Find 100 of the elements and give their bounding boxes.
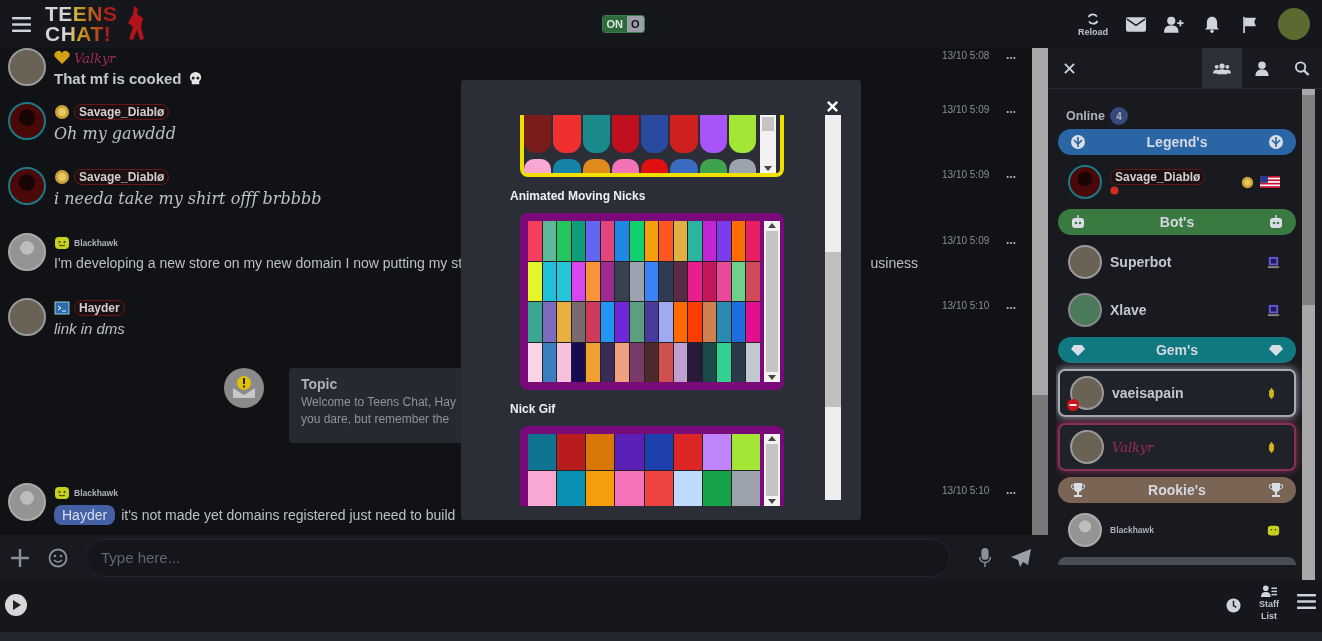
rank-group-header[interactable]: Gem's: [1058, 337, 1296, 363]
play-icon[interactable]: [5, 594, 27, 616]
nick-color-swatch[interactable]: [644, 221, 659, 261]
nick-color-swatch[interactable]: [629, 261, 644, 301]
nick-color-swatch[interactable]: [615, 434, 644, 470]
nick-color-swatch[interactable]: [644, 302, 659, 342]
clock-icon[interactable]: [1226, 598, 1241, 613]
nick-color-swatch[interactable]: [673, 342, 688, 382]
user-card[interactable]: vaeisapain: [1058, 369, 1296, 417]
nick-color-swatch[interactable]: [670, 115, 698, 153]
plus-icon[interactable]: [10, 547, 30, 568]
nick-color-swatch[interactable]: [528, 261, 542, 301]
avatar[interactable]: [8, 483, 46, 522]
avatar[interactable]: [8, 48, 46, 86]
nick-color-swatch[interactable]: [586, 470, 615, 506]
nick-color-swatch[interactable]: [673, 302, 688, 342]
nick-color-swatch[interactable]: [702, 470, 731, 506]
staff-list-button[interactable]: Staff List: [1255, 585, 1283, 622]
nick-color-swatch[interactable]: [524, 115, 552, 153]
nick-color-swatch[interactable]: [611, 159, 639, 173]
nick-color-swatch[interactable]: [644, 261, 659, 301]
nick-color-swatch[interactable]: [673, 434, 702, 470]
nick-color-swatch[interactable]: [702, 342, 717, 382]
username[interactable]: Blackhawk: [74, 488, 118, 499]
nick-color-swatch[interactable]: [553, 115, 581, 153]
scrollbar[interactable]: [764, 434, 780, 506]
nick-color-swatch[interactable]: [629, 342, 644, 382]
nick-color-swatch[interactable]: [731, 302, 746, 342]
nick-color-swatch[interactable]: [524, 159, 552, 173]
scroll-up-arrow-icon[interactable]: [768, 223, 776, 228]
nick-color-swatch[interactable]: [586, 342, 600, 382]
nick-color-swatch[interactable]: [702, 221, 717, 261]
microphone-icon[interactable]: [978, 547, 992, 568]
bell-icon[interactable]: [1202, 15, 1222, 33]
scrollbar[interactable]: [825, 115, 841, 500]
nick-color-swatch[interactable]: [731, 342, 746, 382]
username[interactable]: Blackhawk: [74, 237, 118, 248]
nick-color-swatch[interactable]: [557, 221, 571, 261]
nick-color-swatch[interactable]: [731, 221, 746, 261]
username[interactable]: Hayder: [74, 300, 125, 317]
nick-color-swatch[interactable]: [699, 115, 727, 153]
nick-color-swatch[interactable]: [629, 302, 644, 342]
rank-group-header[interactable]: Bot's: [1058, 209, 1296, 235]
user-row[interactable]: Blackhawk: [1058, 509, 1296, 551]
nick-color-swatch[interactable]: [557, 434, 586, 470]
nick-color-swatch[interactable]: [586, 261, 600, 301]
nick-color-swatch[interactable]: [717, 221, 731, 261]
nick-color-swatch[interactable]: [557, 342, 571, 382]
sidebar-tab[interactable]: [1202, 48, 1242, 88]
avatar[interactable]: [8, 298, 46, 337]
nick-color-swatch[interactable]: [571, 302, 586, 342]
nick-color-swatch[interactable]: [615, 221, 629, 261]
user-row[interactable]: Superbot: [1058, 241, 1296, 283]
nick-color-swatch[interactable]: [688, 221, 702, 261]
nick-color-swatch[interactable]: [670, 159, 698, 173]
nick-color-swatch[interactable]: [717, 342, 731, 382]
nick-color-swatch[interactable]: [659, 342, 673, 382]
nick-color-swatch[interactable]: [731, 261, 746, 301]
scroll-down-arrow-icon[interactable]: [768, 499, 776, 504]
nick-color-swatch[interactable]: [528, 470, 557, 506]
username[interactable]: Savage_Diablø: [74, 169, 170, 186]
scrollbar[interactable]: [764, 221, 780, 382]
user-row[interactable]: Savage_Diablø: [1058, 161, 1296, 203]
scrollbar[interactable]: [1032, 48, 1048, 535]
user-avatar[interactable]: [1278, 8, 1310, 40]
nick-color-swatch[interactable]: [629, 221, 644, 261]
nick-color-swatch[interactable]: [557, 261, 571, 301]
nick-color-swatch[interactable]: [688, 342, 702, 382]
nick-color-swatch[interactable]: [728, 115, 756, 153]
scroll-up-arrow-icon[interactable]: [768, 436, 776, 441]
more-icon[interactable]: [1006, 109, 1016, 114]
nick-color-swatch[interactable]: [582, 159, 610, 173]
nick-color-swatch[interactable]: [688, 302, 702, 342]
nick-color-swatch[interactable]: [542, 221, 557, 261]
rank-group-header[interactable]: Rookie's: [1058, 477, 1296, 503]
nick-color-swatch[interactable]: [702, 302, 717, 342]
nick-color-swatch[interactable]: [553, 159, 581, 173]
nick-color-swatch[interactable]: [731, 434, 760, 470]
nick-color-swatch[interactable]: [586, 221, 600, 261]
nick-color-swatch[interactable]: [542, 342, 557, 382]
menu-icon[interactable]: [1297, 594, 1316, 609]
nick-color-swatch[interactable]: [600, 302, 615, 342]
nick-color-swatch[interactable]: [542, 261, 557, 301]
nick-color-swatch[interactable]: [571, 342, 586, 382]
nick-color-swatch[interactable]: [557, 302, 571, 342]
nick-color-swatch[interactable]: [582, 115, 610, 153]
nick-color-swatch[interactable]: [746, 221, 760, 261]
nick-color-swatch[interactable]: [571, 261, 586, 301]
more-icon[interactable]: [1006, 175, 1016, 180]
nick-color-swatch[interactable]: [673, 470, 702, 506]
nick-color-swatch[interactable]: [659, 261, 673, 301]
scroll-down-arrow-icon[interactable]: [768, 375, 776, 380]
close-icon[interactable]: [1064, 62, 1075, 74]
nick-color-swatch[interactable]: [717, 302, 731, 342]
nick-color-swatch[interactable]: [673, 261, 688, 301]
nick-color-swatch[interactable]: [699, 159, 727, 173]
nick-color-swatch[interactable]: [600, 261, 615, 301]
on-off-toggle[interactable]: ON O: [601, 15, 645, 33]
scrollbar[interactable]: [1302, 89, 1315, 580]
nick-color-swatch[interactable]: [615, 342, 629, 382]
